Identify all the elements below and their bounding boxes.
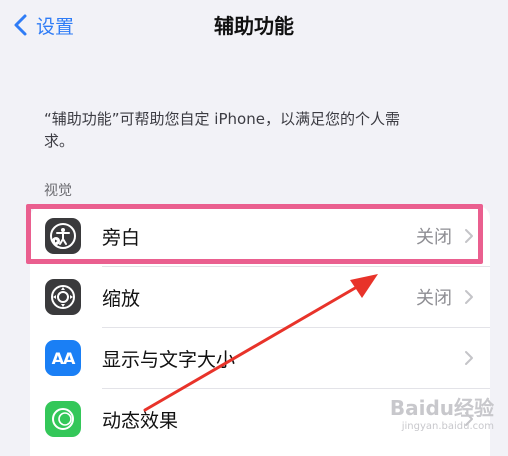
motion-icon [45,401,81,437]
text-size-glyph: AA [51,348,76,368]
watermark-url: jingyan.baidu.com [401,421,494,432]
voiceover-icon [45,218,81,254]
chevron-right-icon [465,229,473,243]
nav-bar: 设置 辅助功能 [0,0,508,50]
row-label: 缩放 [102,287,141,310]
chevron-right-icon [465,351,473,365]
watermark-logo: Baidu经验 [389,396,494,420]
row-voiceover[interactable]: 旁白 关闭 [30,206,490,266]
chevron-right-icon [465,290,473,304]
row-display-text-size[interactable]: AA 显示与文字大小 [30,328,490,388]
section-header-vision: 视觉 [44,183,72,199]
row-label: 动态效果 [102,409,179,432]
page-title: 辅助功能 [214,14,294,38]
accessibility-description: “辅助功能”可帮助您自定 iPhone，以满足您的个人需求。 [44,110,400,150]
row-value: 关闭 [416,227,452,248]
row-label: 显示与文字大小 [102,348,236,371]
watermark: Baidu经验 jingyan.baidu.com [390,392,494,432]
row-zoom[interactable]: 缩放 关闭 [30,267,490,327]
zoom-icon [45,279,81,315]
row-value: 关闭 [416,288,452,309]
row-label: 旁白 [102,226,141,249]
text-size-icon: AA [45,340,81,376]
